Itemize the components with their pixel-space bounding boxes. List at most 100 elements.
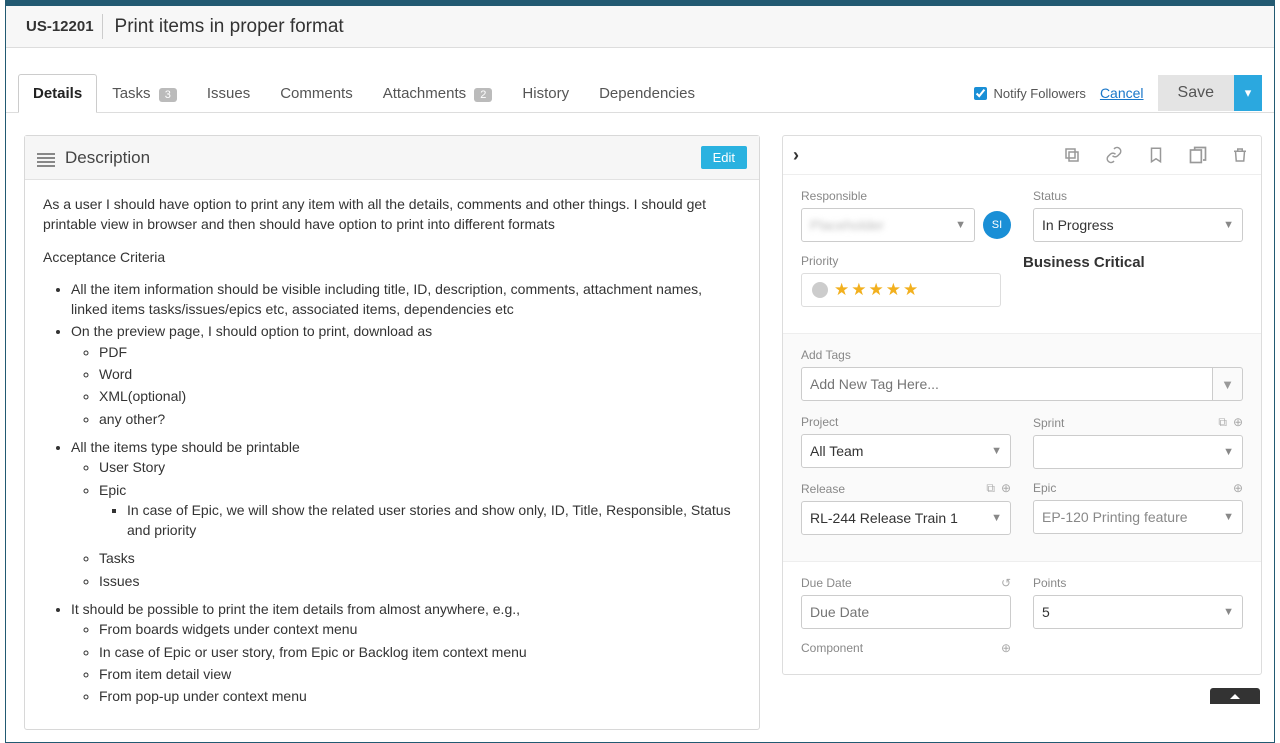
list-item: any other? bbox=[99, 409, 741, 429]
list-item: It should be possible to print the item … bbox=[71, 599, 741, 706]
release-label-text: Release bbox=[801, 482, 845, 496]
expand-icon[interactable]: › bbox=[793, 145, 799, 166]
reset-icon[interactable]: ↺ bbox=[1001, 576, 1011, 590]
priority-field: Priority ★ ★ ★ ★ ★ bbox=[801, 254, 1001, 307]
chevron-down-icon: ▼ bbox=[991, 512, 1002, 524]
trash-icon[interactable] bbox=[1229, 144, 1251, 166]
status-select[interactable]: In Progress ▼ bbox=[1033, 208, 1243, 242]
tab-details[interactable]: Details bbox=[18, 74, 97, 113]
link-icon[interactable] bbox=[1103, 144, 1125, 166]
list-item-label: Epic bbox=[99, 482, 126, 498]
list-item: All the item information should be visib… bbox=[71, 279, 741, 320]
save-button[interactable]: Save bbox=[1158, 75, 1234, 111]
list-item-label: On the preview page, I should option to … bbox=[71, 323, 432, 339]
status-field: Status In Progress ▼ bbox=[1033, 189, 1243, 242]
clear-priority-icon[interactable] bbox=[812, 282, 828, 298]
status-label: Status bbox=[1033, 189, 1243, 203]
list-item: In case of Epic or user story, from Epic… bbox=[99, 642, 741, 662]
responsible-value: Placeholder bbox=[810, 217, 884, 233]
tab-tasks[interactable]: Tasks 3 bbox=[97, 74, 192, 112]
cancel-button[interactable]: Cancel bbox=[1100, 85, 1144, 101]
tab-attachments[interactable]: Attachments 2 bbox=[368, 74, 508, 112]
tab-dependencies[interactable]: Dependencies bbox=[584, 74, 710, 112]
list-item: From item detail view bbox=[99, 664, 741, 684]
list-item: In case of Epic, we will show the relate… bbox=[127, 500, 741, 541]
add-icon[interactable]: ⊕ bbox=[1001, 641, 1011, 655]
tags-dropdown[interactable]: ▼ bbox=[1213, 367, 1243, 401]
copy-icon[interactable] bbox=[1061, 144, 1083, 166]
right-column: › Responsible Placeholder▼ bbox=[782, 135, 1262, 730]
responsible-select[interactable]: Placeholder▼ bbox=[801, 208, 975, 242]
tab-tasks-badge: 3 bbox=[159, 88, 177, 102]
epic-value: EP-120 Printing feature bbox=[1042, 509, 1188, 525]
duedate-input[interactable] bbox=[801, 595, 1011, 629]
add-icon[interactable]: ⊕ bbox=[1233, 415, 1243, 430]
star-icon[interactable]: ★ bbox=[886, 280, 901, 300]
sprint-label-text: Sprint bbox=[1033, 416, 1064, 430]
project-value: All Team bbox=[810, 443, 863, 459]
list-item: All the items type should be printable U… bbox=[71, 437, 741, 591]
points-select[interactable]: 5▼ bbox=[1033, 595, 1243, 629]
tab-details-label: Details bbox=[33, 85, 82, 102]
release-value: RL-244 Release Train 1 bbox=[810, 510, 958, 526]
side-icon-row: › bbox=[783, 136, 1261, 175]
release-label: Release ⧉ ⊕ bbox=[801, 481, 1011, 496]
item-id: US-12201 bbox=[18, 14, 103, 39]
tab-issues[interactable]: Issues bbox=[192, 74, 265, 112]
project-select[interactable]: All Team ▼ bbox=[801, 434, 1011, 468]
tabs: Details Tasks 3 Issues Comments Attachme… bbox=[18, 74, 974, 112]
star-icon[interactable]: ★ bbox=[869, 280, 884, 300]
avatar[interactable]: SI bbox=[983, 211, 1011, 239]
list-item: Epic In case of Epic, we will show the r… bbox=[99, 480, 741, 541]
star-icon[interactable]: ★ bbox=[903, 280, 918, 300]
notify-followers-checkbox[interactable] bbox=[974, 87, 987, 100]
sprint-label: Sprint ⧉ ⊕ bbox=[1033, 415, 1243, 430]
description-header: Description Edit bbox=[25, 136, 759, 180]
sprint-select[interactable]: ▼ bbox=[1033, 435, 1243, 469]
list-item: Word bbox=[99, 364, 741, 384]
list-item: On the preview page, I should option to … bbox=[71, 321, 741, 428]
list-item: From pop-up under context menu bbox=[99, 686, 741, 706]
add-icon[interactable]: ⊕ bbox=[1001, 481, 1011, 496]
tags-input[interactable] bbox=[801, 367, 1213, 401]
drag-icon[interactable] bbox=[37, 151, 55, 165]
project-field: Project All Team▼ bbox=[801, 415, 1011, 469]
release-field: Release ⧉ ⊕ RL-244 Release Train 1 ▼ bbox=[801, 481, 1011, 535]
epic-select[interactable]: EP-120 Printing feature ▼ bbox=[1033, 500, 1243, 534]
chevron-down-icon: ▼ bbox=[1223, 219, 1234, 231]
description-panel: Description Edit As a user I should have… bbox=[24, 135, 760, 730]
points-value: 5 bbox=[1042, 604, 1050, 620]
tab-issues-label: Issues bbox=[207, 85, 250, 102]
priority-text: Business Critical bbox=[1023, 254, 1243, 271]
list-item: Issues bbox=[99, 571, 741, 591]
notify-followers[interactable]: Notify Followers bbox=[974, 86, 1085, 101]
item-dialog: US-12201 Print items in proper format De… bbox=[5, 0, 1275, 743]
tab-comments[interactable]: Comments bbox=[265, 74, 368, 112]
bookmark-icon[interactable] bbox=[1145, 144, 1167, 166]
tab-history-label: History bbox=[522, 85, 569, 102]
duedate-field: Due Date ↺ bbox=[801, 576, 1011, 629]
item-title: Print items in proper format bbox=[115, 14, 344, 38]
duplicate-icon[interactable] bbox=[1187, 144, 1209, 166]
edit-description-button[interactable]: Edit bbox=[701, 146, 747, 169]
save-dropdown[interactable]: ▾ bbox=[1234, 75, 1262, 111]
footer-tray-toggle[interactable] bbox=[1210, 688, 1260, 704]
popout-icon[interactable]: ⧉ bbox=[1218, 415, 1227, 430]
popout-icon[interactable]: ⧉ bbox=[986, 481, 995, 496]
dialog-body: Description Edit As a user I should have… bbox=[6, 113, 1274, 742]
left-column: Description Edit As a user I should have… bbox=[24, 135, 760, 730]
sprint-field: Sprint ⧉ ⊕ ▼ bbox=[1033, 415, 1243, 469]
chevron-down-icon: ▼ bbox=[991, 445, 1002, 457]
side-section-tags: Add Tags ▼ Project All Team▼ bbox=[783, 334, 1261, 562]
tab-comments-label: Comments bbox=[280, 85, 353, 102]
priority-stars[interactable]: ★ ★ ★ ★ ★ bbox=[801, 273, 1001, 307]
release-select[interactable]: RL-244 Release Train 1 ▼ bbox=[801, 501, 1011, 535]
status-value: In Progress bbox=[1042, 217, 1114, 233]
chevron-down-icon: ▼ bbox=[1223, 511, 1234, 523]
add-icon[interactable]: ⊕ bbox=[1233, 481, 1243, 495]
star-icon[interactable]: ★ bbox=[834, 280, 849, 300]
description-intro: As a user I should have option to print … bbox=[43, 194, 741, 235]
star-icon[interactable]: ★ bbox=[851, 280, 866, 300]
tab-history[interactable]: History bbox=[507, 74, 584, 112]
side-panel: › Responsible Placeholder▼ bbox=[782, 135, 1262, 675]
